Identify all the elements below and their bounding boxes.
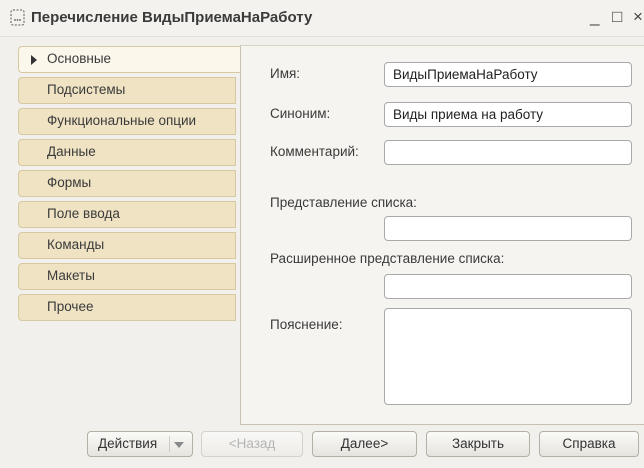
section-tabs: Основные Подсистемы Функциональные опции…	[18, 46, 242, 322]
tab-input-field[interactable]: Поле ввода	[18, 201, 236, 228]
tab-commands[interactable]: Команды	[18, 232, 236, 259]
tab-label: Данные	[47, 144, 96, 159]
list-representation-field[interactable]	[384, 216, 632, 241]
synonym-label: Синоним:	[270, 106, 331, 121]
tab-label: Прочее	[47, 299, 94, 314]
tab-label: Основные	[47, 51, 112, 66]
active-tab-arrow-icon	[31, 55, 37, 65]
tab-templates[interactable]: Макеты	[18, 263, 236, 290]
tab-label: Команды	[47, 237, 105, 252]
synonym-field[interactable]	[384, 102, 632, 127]
explanation-field[interactable]	[384, 308, 632, 405]
dropdown-arrow-icon	[174, 442, 184, 448]
name-label: Имя:	[270, 66, 301, 81]
maximize-button[interactable]: □	[612, 8, 622, 26]
extended-list-representation-label: Расширенное представление списка:	[270, 251, 505, 266]
tab-label: Поле ввода	[47, 206, 120, 221]
title-bar: Перечисление ВидыПриемаНаРаботу _ □ ×	[0, 0, 644, 37]
tab-label: Макеты	[47, 268, 95, 283]
tab-data[interactable]: Данные	[18, 139, 236, 166]
comment-field[interactable]	[384, 140, 632, 165]
actions-button-label: Действия	[98, 436, 158, 451]
name-field[interactable]	[384, 62, 632, 87]
list-representation-label: Представление списка:	[270, 195, 417, 210]
tab-subsystems[interactable]: Подсистемы	[18, 77, 236, 104]
explanation-label: Пояснение:	[270, 317, 343, 332]
tab-label: Функциональные опции	[47, 113, 197, 128]
tab-label: Подсистемы	[47, 82, 126, 97]
comment-label: Комментарий:	[270, 144, 359, 159]
back-button[interactable]: <Назад	[201, 431, 303, 457]
tab-forms[interactable]: Формы	[18, 170, 236, 197]
tab-label: Формы	[47, 175, 92, 190]
extended-list-representation-field[interactable]	[384, 274, 632, 299]
actions-dropdown-button[interactable]: Действия	[87, 431, 193, 457]
metadata-object-icon	[10, 9, 25, 26]
tab-other[interactable]: Прочее	[18, 294, 236, 321]
minimize-button[interactable]: _	[590, 8, 599, 26]
next-button[interactable]: Далее>	[312, 431, 417, 457]
tab-functional-options[interactable]: Функциональные опции	[18, 108, 236, 135]
window-title: Перечисление ВидыПриемаНаРаботу	[31, 9, 313, 26]
close-button[interactable]: Закрыть	[426, 431, 530, 457]
tab-content-panel: Имя: Синоним: Комментарий: Представление…	[240, 45, 644, 425]
help-button[interactable]: Справка	[539, 431, 639, 457]
tab-main[interactable]: Основные	[18, 46, 242, 73]
close-window-button[interactable]: ×	[633, 8, 643, 26]
dropdown-separator	[169, 436, 170, 452]
